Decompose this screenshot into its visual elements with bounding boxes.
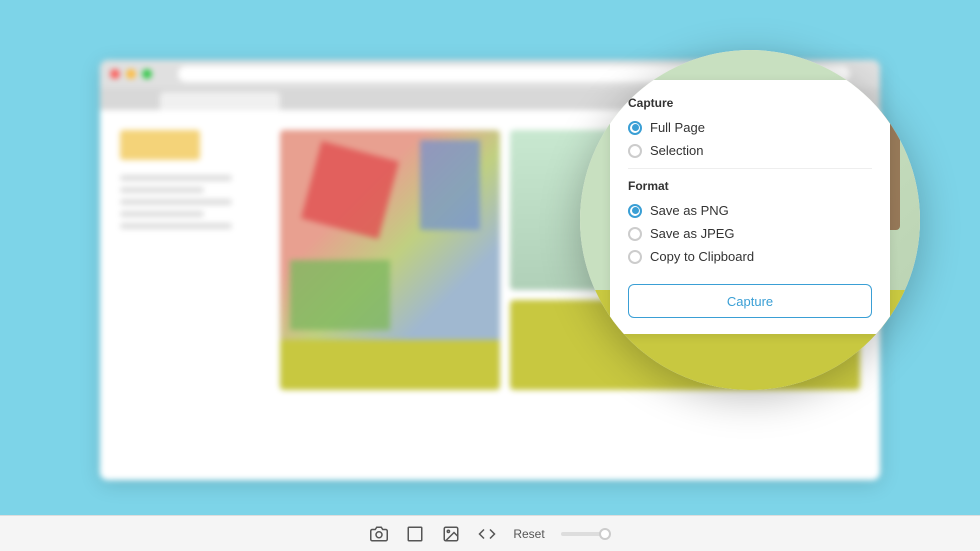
text-line bbox=[120, 199, 232, 205]
slider[interactable] bbox=[561, 532, 611, 536]
panel-divider bbox=[628, 168, 872, 169]
image-bottom-strip bbox=[280, 340, 500, 390]
copy-clipboard-option[interactable]: Copy to Clipboard bbox=[628, 249, 872, 264]
site-logo bbox=[120, 130, 200, 160]
capture-panel: Capture Full Page Selection Format Save … bbox=[610, 80, 890, 334]
save-png-label: Save as PNG bbox=[650, 203, 729, 218]
full-page-radio[interactable] bbox=[628, 121, 642, 135]
save-jpeg-label: Save as JPEG bbox=[650, 226, 735, 241]
maximize-dot bbox=[142, 69, 152, 79]
image-shape-green bbox=[290, 260, 390, 330]
text-line bbox=[120, 187, 204, 193]
format-section-title: Format bbox=[628, 179, 872, 193]
zoom-circle: Capture Full Page Selection Format Save … bbox=[580, 50, 920, 390]
browser-tab bbox=[160, 92, 280, 110]
capture-section-title: Capture bbox=[628, 96, 872, 110]
minimize-dot bbox=[126, 69, 136, 79]
slider-thumb[interactable] bbox=[599, 528, 611, 540]
capture-button[interactable]: Capture bbox=[628, 284, 872, 318]
save-jpeg-option[interactable]: Save as JPEG bbox=[628, 226, 872, 241]
full-page-option[interactable]: Full Page bbox=[628, 120, 872, 135]
code-icon[interactable] bbox=[477, 524, 497, 544]
selection-option[interactable]: Selection bbox=[628, 143, 872, 158]
text-line bbox=[120, 175, 232, 181]
copy-clipboard-radio[interactable] bbox=[628, 250, 642, 264]
save-png-radio[interactable] bbox=[628, 204, 642, 218]
main-image bbox=[280, 130, 500, 390]
copy-clipboard-label: Copy to Clipboard bbox=[650, 249, 754, 264]
browser-sidebar bbox=[120, 130, 260, 460]
save-png-option[interactable]: Save as PNG bbox=[628, 203, 872, 218]
text-line bbox=[120, 223, 232, 229]
camera-icon[interactable] bbox=[369, 524, 389, 544]
close-dot bbox=[110, 69, 120, 79]
bottom-toolbar: Reset bbox=[0, 515, 980, 551]
selection-label: Selection bbox=[650, 143, 703, 158]
save-jpeg-radio[interactable] bbox=[628, 227, 642, 241]
reset-label[interactable]: Reset bbox=[513, 527, 544, 541]
full-page-label: Full Page bbox=[650, 120, 705, 135]
image-icon[interactable] bbox=[441, 524, 461, 544]
image-shape-blue bbox=[420, 140, 480, 230]
crop-icon[interactable] bbox=[405, 524, 425, 544]
image-shape-red bbox=[301, 141, 399, 239]
text-line bbox=[120, 211, 204, 217]
selection-radio[interactable] bbox=[628, 144, 642, 158]
